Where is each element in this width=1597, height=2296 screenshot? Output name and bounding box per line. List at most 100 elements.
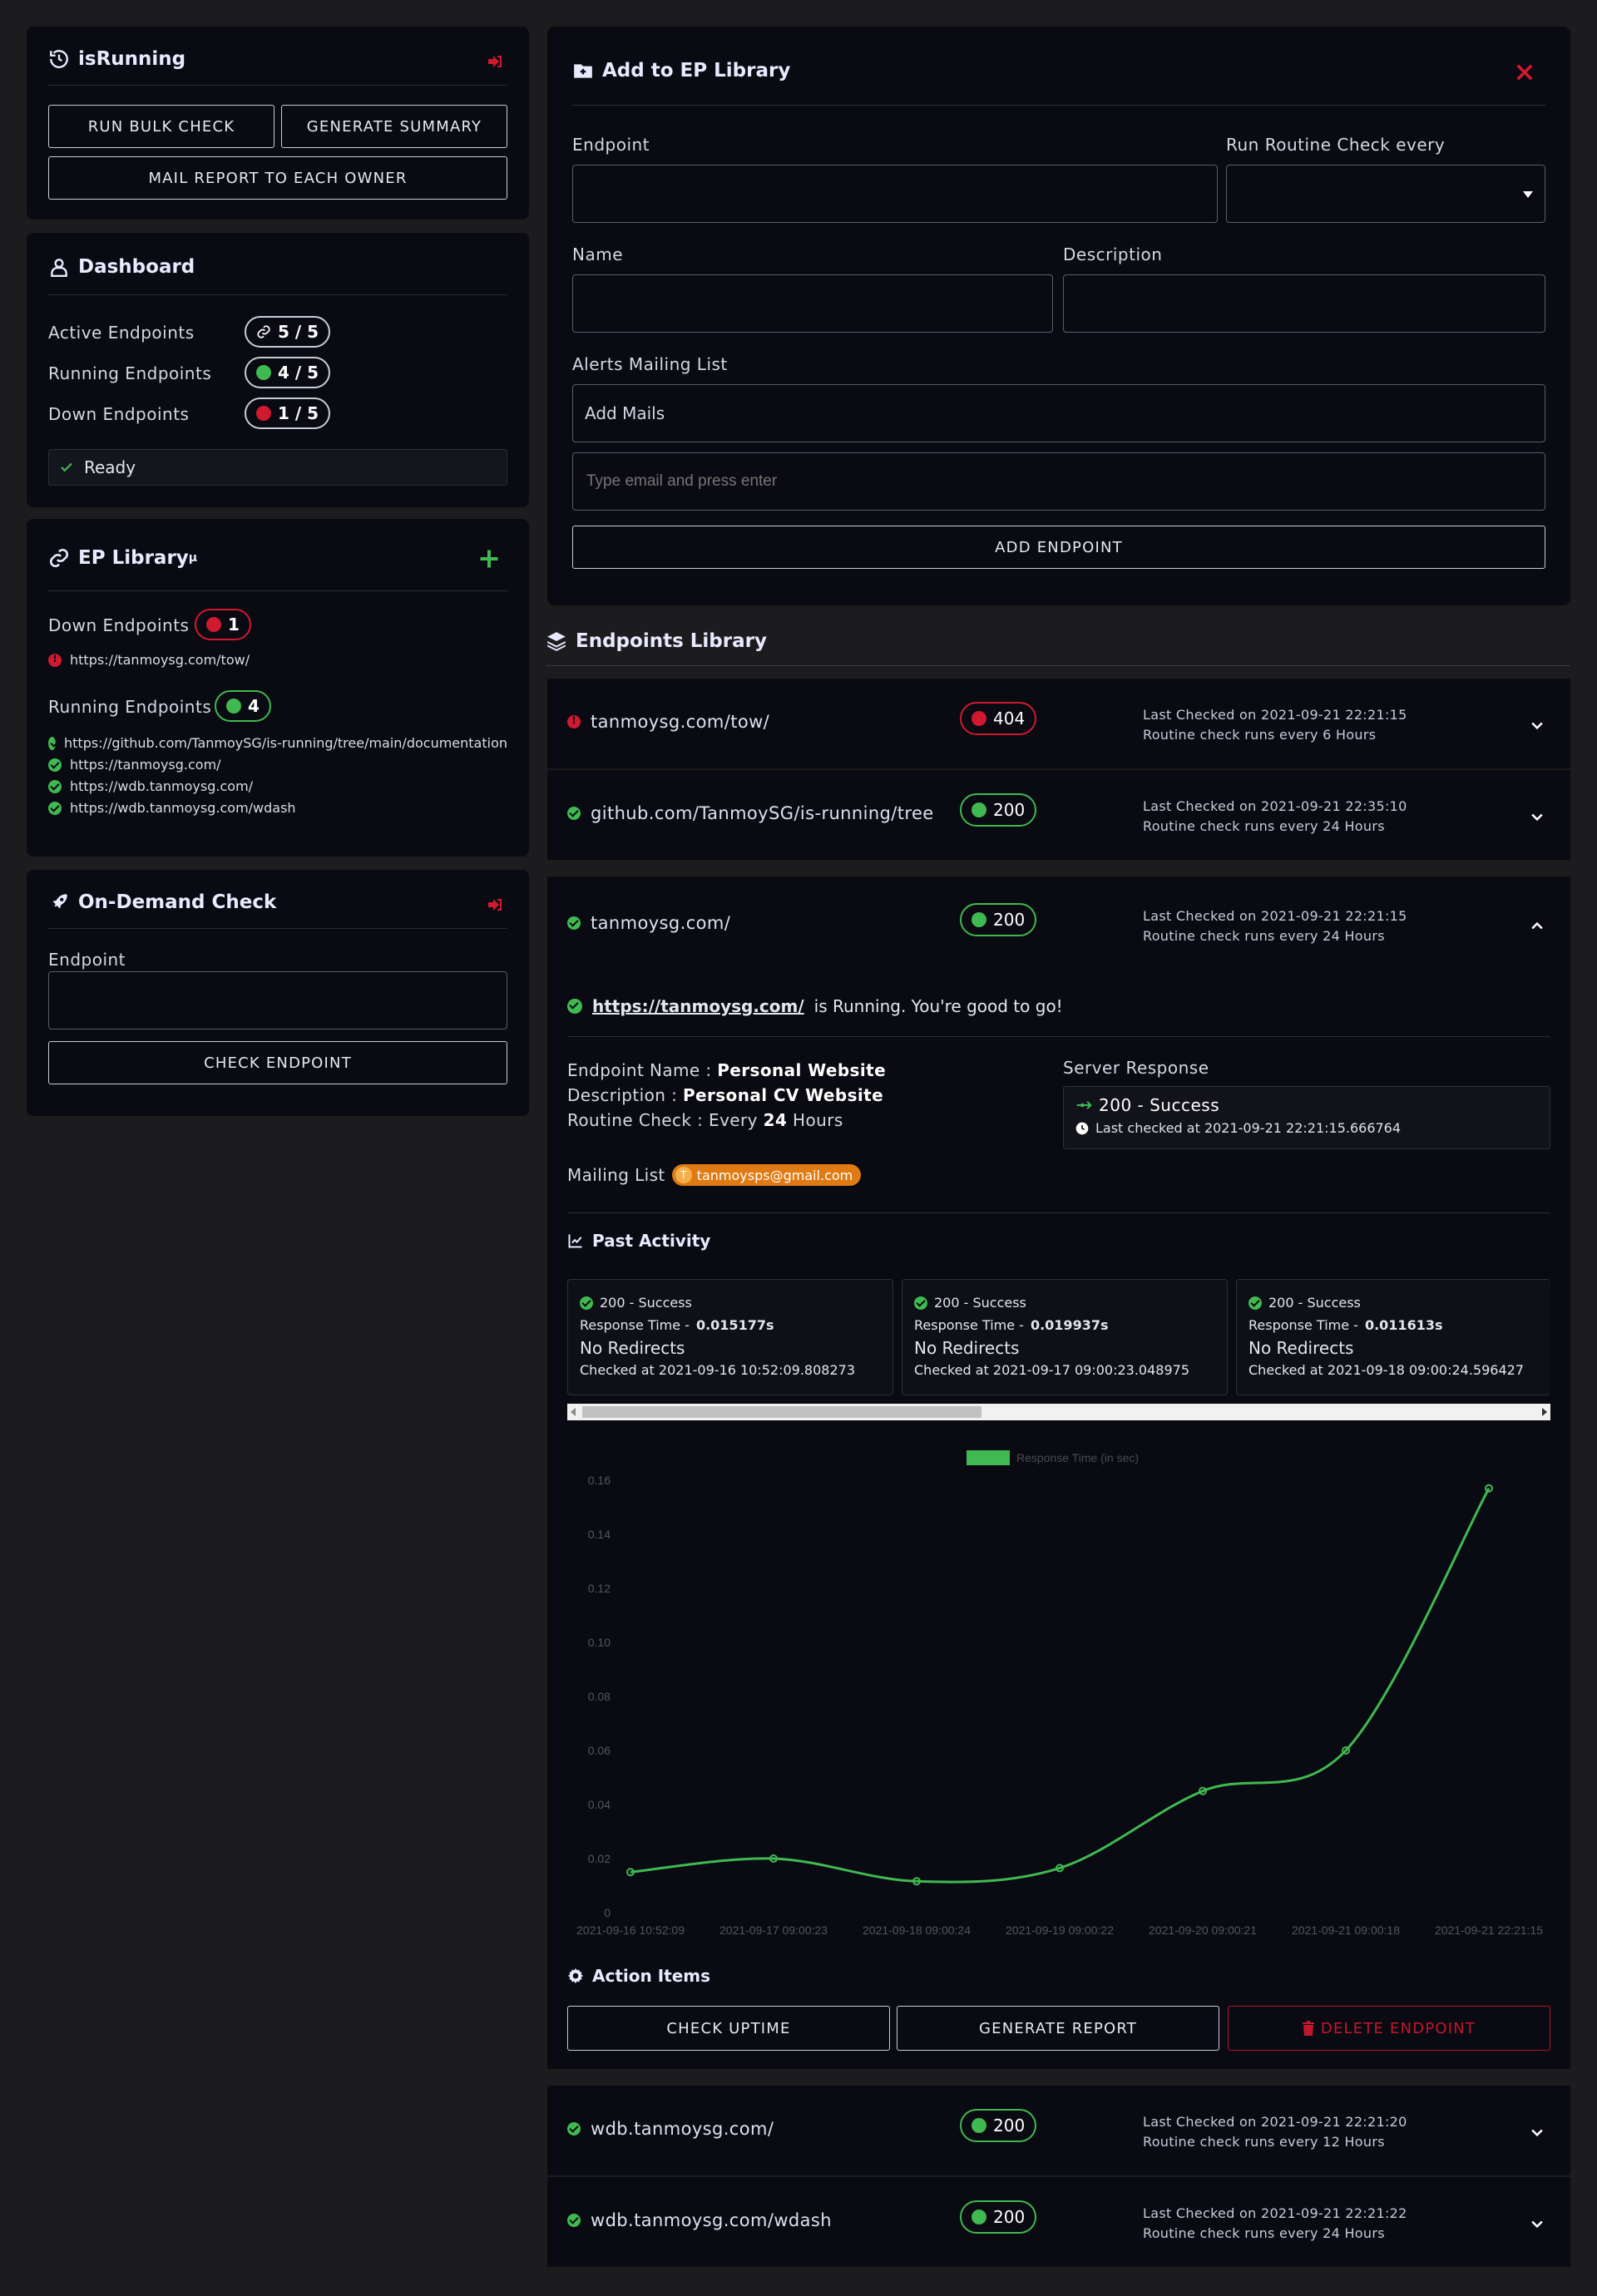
description-input[interactable] [1063,274,1545,333]
check-meta: Last Checked on 2021-09-21 22:35:10 Routi… [1143,797,1407,837]
x-tick-label: 2021-09-17 09:00:23 [719,1923,828,1937]
on-demand-title-text: On-Demand Check [78,891,277,913]
chevron-down-icon[interactable] [1529,2215,1545,2232]
link-icon [257,325,270,338]
check-circle-icon [48,758,62,772]
check-circle-icon [914,1296,927,1310]
status-bar: Ready [48,449,507,486]
chevron-down-icon[interactable] [1529,717,1545,733]
green-dot-icon [972,802,986,817]
routine-select[interactable] [1226,165,1545,223]
green-dot-icon [972,912,986,927]
add-mails-text: Add Mails [585,403,665,423]
activity-card: 200 - Success Response Time - 0.015177s N… [567,1279,893,1395]
running-url-item[interactable]: https://wdb.tanmoysg.com/ [48,778,253,794]
chevron-up-icon[interactable] [1529,918,1545,935]
last-checked-value: 2021-09-21 22:21:22 [1260,2205,1407,2221]
server-response-box: 200 - Success Last checked at 2021-09-21… [1063,1086,1550,1149]
routine-value: 24 [763,1110,788,1130]
endpoint-name[interactable]: tanmoysg.com/ [567,913,730,933]
y-tick-label: 0.08 [588,1690,611,1703]
delete-endpoint-button[interactable]: DELETE ENDPOINT [1228,2006,1550,2051]
running-endpoints-label: Running Endpoints [48,697,212,717]
logout-icon[interactable] [486,52,506,72]
endpoint-row[interactable]: github.com/TanmoySG/is-running/tree 200 … [547,770,1570,860]
endpoint-name: tanmoysg.com/tow/ [567,712,769,732]
check-meta: Last Checked on 2021-09-21 22:21:20 Routi… [1143,2112,1407,2152]
activity-card: 200 - Success Response Time - 0.011613s N… [1236,1279,1550,1395]
activity-redirects: No Redirects [914,1337,1020,1358]
status-text: Ready [84,457,136,477]
check-endpoint-button[interactable]: CHECK ENDPOINT [48,1041,507,1084]
running-endpoints-label: Running Endpoints [48,363,212,383]
generate-report-button[interactable]: GENERATE REPORT [897,2006,1219,2051]
active-endpoints-label: Active Endpoints [48,323,195,343]
library-title-text: Endpoints Library [576,630,767,652]
app-card: isRunning RUN BULK CHECK GENERATE SUMMAR… [27,27,529,220]
close-icon[interactable] [1515,63,1534,81]
endpoint-name-text: tanmoysg.com/tow/ [591,712,770,732]
last-checked-prefix: Last Checked on [1143,2205,1257,2221]
endpoint-input[interactable] [48,971,507,1029]
logout-icon[interactable] [486,895,506,915]
name-input[interactable] [572,274,1053,333]
running-url-item[interactable]: https://tanmoysg.com/ [48,757,221,773]
running-endpoints-badge: 4 / 5 [245,357,331,388]
down-endpoints-value: 1 / 5 [278,403,319,423]
scrollbar-thumb[interactable] [582,1406,981,1418]
chevron-down-icon[interactable] [1529,808,1545,825]
status-code-text: 200 [993,2207,1026,2227]
clock-icon [1075,1122,1089,1134]
last-checked-prefix: Last Checked on [1143,707,1257,723]
endpoint-row[interactable]: wdb.tanmoysg.com/wdash 200 Last Checked … [547,2177,1570,2267]
scrollbar-right-arrow[interactable] [1542,1408,1547,1416]
check-meta: Last Checked on 2021-09-21 22:21:15 Routi… [1143,906,1407,946]
chevron-down-icon[interactable] [1529,2124,1545,2140]
activity-checked: Checked at 2021-09-17 09:00:23.048975 [914,1362,1189,1378]
history-icon [50,50,68,68]
endpoint-row[interactable]: tanmoysg.com/tow/ 404 Last Checked on 20… [547,679,1570,768]
x-tick-label: 2021-09-16 10:52:09 [576,1923,685,1937]
running-url-text: https://tanmoysg.com/ [70,757,221,773]
check-circle-icon [48,801,62,815]
endpoint-row[interactable]: wdb.tanmoysg.com/ 200 Last Checked on 20… [547,2086,1570,2175]
generate-summary-button[interactable]: GENERATE SUMMARY [281,105,507,148]
y-tick-label: 0 [604,1906,611,1919]
down-url-item[interactable]: https://tanmoysg.com/tow/ [48,652,250,668]
rt-label: Response Time - [580,1317,690,1333]
response-time-chart: Response Time (in sec) 0 0.02 0.04 0.06 0.08… [576,1450,1543,1937]
last-checked-value: 2021-09-21 22:21:20 [1260,2114,1407,2130]
endpoint-name: wdb.tanmoysg.com/ [567,2119,774,2139]
check-circle-icon [567,999,582,1014]
mail-chip[interactable]: T tanmoysps@gmail.com [671,1164,862,1186]
endpoint-input[interactable] [572,165,1218,223]
status-code-badge: 200 [960,2109,1037,2142]
desc-value: Personal CV Website [682,1085,884,1105]
check-uptime-button[interactable]: CHECK UPTIME [567,2006,890,2051]
horizontal-scrollbar[interactable] [567,1404,1550,1420]
mail-chip-text: tanmoysps@gmail.com [696,1167,853,1183]
legend-label: Response Time (in sec) [1016,1451,1139,1464]
ep-library-title-text: EP Library [78,547,189,569]
active-endpoints-badge: 5 / 5 [245,316,331,348]
divider [567,1036,1550,1037]
scrollbar-left-arrow[interactable] [571,1408,576,1416]
red-dot-icon [206,617,221,632]
add-endpoint-button[interactable]: ADD ENDPOINT [572,526,1545,569]
mail-report-button[interactable]: MAIL REPORT TO EACH OWNER [48,156,507,200]
running-url-item[interactable]: https://wdb.tanmoysg.com/wdash [48,800,296,816]
endpoint-link[interactable]: https://tanmoysg.com/ [592,996,804,1016]
status-code-badge: 200 [960,903,1037,936]
divider [572,105,1545,106]
plus-icon[interactable] [477,547,501,570]
check-circle-icon [1248,1296,1262,1310]
running-message: https://tanmoysg.com/ is Running. You're… [567,996,1063,1016]
action-items-title: Action Items [567,1966,710,1986]
check-icon [61,462,72,472]
status-code-text: 200 [993,800,1026,820]
y-tick-label: 0.12 [588,1582,611,1595]
run-bulk-check-button[interactable]: RUN BULK CHECK [48,105,274,148]
running-url-item[interactable]: https://github.com/TanmoySG/is-running/t… [48,735,507,751]
email-input[interactable] [572,452,1545,511]
mails-tag-area[interactable]: Add Mails [572,384,1545,442]
